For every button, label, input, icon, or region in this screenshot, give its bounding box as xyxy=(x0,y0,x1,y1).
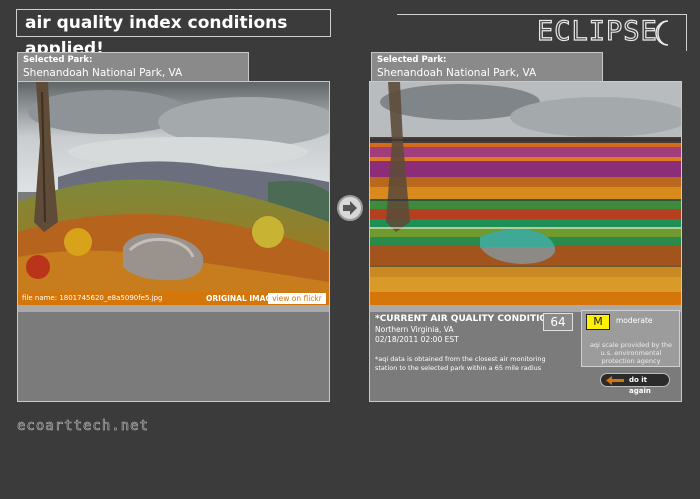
aq-data-note: *aqi data is obtained from the closest a… xyxy=(375,355,546,372)
processed-photo xyxy=(370,82,681,292)
aq-location: Northern Virginia, VA xyxy=(375,325,454,334)
page-title: air quality index conditions applied! xyxy=(16,9,331,59)
image-info-bar: file name: 1801745620_e8a5090fe5.jpg ORI… xyxy=(18,292,329,305)
aqi-category-badge: M xyxy=(586,314,610,330)
divider-strip xyxy=(18,305,329,312)
aqi-category-label: moderate xyxy=(616,316,653,325)
original-image-panel: file name: 1801745620_e8a5090fe5.jpg ORI… xyxy=(17,81,330,402)
selected-park-tab: Selected Park: Shenandoah National Park,… xyxy=(371,52,603,83)
empty-info-area xyxy=(18,312,329,401)
eclipse-logo: ECLIPSE xyxy=(536,15,658,47)
view-on-flickr-button[interactable]: view on flickr xyxy=(268,293,326,304)
original-photo xyxy=(18,82,329,292)
image-info-bar xyxy=(370,292,681,305)
do-it-again-label: do it again xyxy=(629,376,651,395)
selected-park-name: Shenandoah National Park, VA xyxy=(377,67,537,79)
aqi-scale-source: aqi scale provided by the u.s. environme… xyxy=(589,341,673,365)
aqi-value: 64 xyxy=(543,313,573,331)
aq-datetime: 02/18/2011 02:00 EST xyxy=(375,335,459,344)
site-name[interactable]: ecoarttech.net xyxy=(17,418,149,435)
do-it-again-button[interactable]: do it again xyxy=(600,373,670,395)
selected-park-label: Selected Park: xyxy=(23,55,93,65)
arrow-left-icon xyxy=(606,376,624,385)
file-name: file name: 1801745620_e8a5090fe5.jpg xyxy=(22,294,163,302)
arrow-right-icon xyxy=(337,195,363,221)
aq-conditions-title: *CURRENT AIR QUALITY CONDITIONS xyxy=(375,314,562,324)
logo-frame-line xyxy=(686,14,687,51)
processed-image-panel: *CURRENT AIR QUALITY CONDITIONS Northern… xyxy=(369,81,682,402)
crescent-moon-icon xyxy=(655,20,669,46)
selected-park-label: Selected Park: xyxy=(377,55,447,65)
original-image-caption: ORIGINAL IMAGE xyxy=(206,294,277,303)
aqi-scale-box: M moderate aqi scale provided by the u.s… xyxy=(581,310,680,367)
selected-park-name: Shenandoah National Park, VA xyxy=(23,67,183,79)
selected-park-tab: Selected Park: Shenandoah National Park,… xyxy=(17,52,249,83)
